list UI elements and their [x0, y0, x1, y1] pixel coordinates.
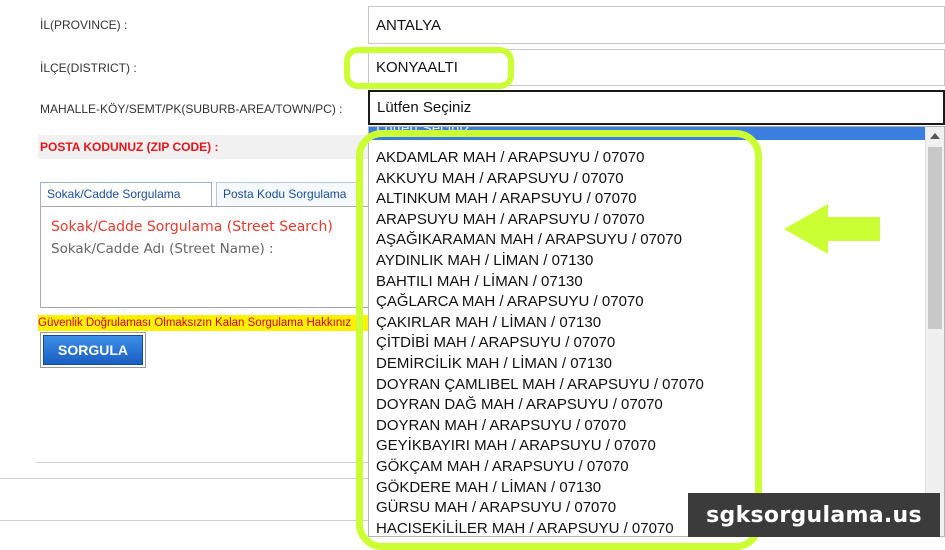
- tab-label: Posta Kodu Sorgulama: [223, 187, 347, 201]
- divider: [0, 478, 368, 479]
- province-label: İL(PROVINCE) :: [40, 18, 128, 32]
- tab-street-search[interactable]: Sokak/Cadde Sorgulama: [40, 182, 212, 206]
- suburb-value: Lütfen Seçiniz: [377, 99, 472, 116]
- query-button[interactable]: SORGULA: [43, 335, 143, 365]
- watermark: sgksorgulama.us: [688, 493, 940, 537]
- tab-zip-search[interactable]: Posta Kodu Sorgulama: [216, 182, 361, 206]
- district-highlight: [344, 47, 514, 89]
- tab-label: Sokak/Cadde Sorgulama: [47, 187, 181, 201]
- street-search-panel: Sokak/Cadde Sorgulama (Street Search) So…: [40, 206, 380, 308]
- scroll-up-arrow-icon[interactable]: [930, 133, 940, 139]
- panel-title: Sokak/Cadde Sorgulama (Street Search): [51, 219, 333, 235]
- zip-label: POSTA KODUNUZ (ZIP CODE) :: [40, 140, 219, 154]
- divider: [36, 462, 368, 463]
- dropdown-scrollbar[interactable]: [925, 127, 944, 536]
- suburb-select[interactable]: Lütfen Seçiniz: [368, 90, 945, 125]
- divider: [0, 520, 368, 521]
- arrow-left-icon: [784, 204, 880, 254]
- security-warning: Güvenlik Doğrulaması Olmaksızın Kalan So…: [38, 315, 368, 331]
- suburb-label: MAHALLE-KÖY/SEMT/PK(SUBURB-AREA/TOWN/PC)…: [40, 102, 343, 116]
- dropdown-highlight: [356, 130, 762, 550]
- district-label: İLÇE(DISTRICT) :: [40, 61, 137, 75]
- province-value: ANTALYA: [376, 16, 442, 34]
- scroll-thumb[interactable]: [928, 147, 942, 329]
- street-name-label: Sokak/Cadde Adı (Street Name) :: [51, 241, 274, 257]
- query-button-frame: SORGULA: [40, 332, 146, 368]
- province-select[interactable]: ANTALYA: [368, 6, 945, 44]
